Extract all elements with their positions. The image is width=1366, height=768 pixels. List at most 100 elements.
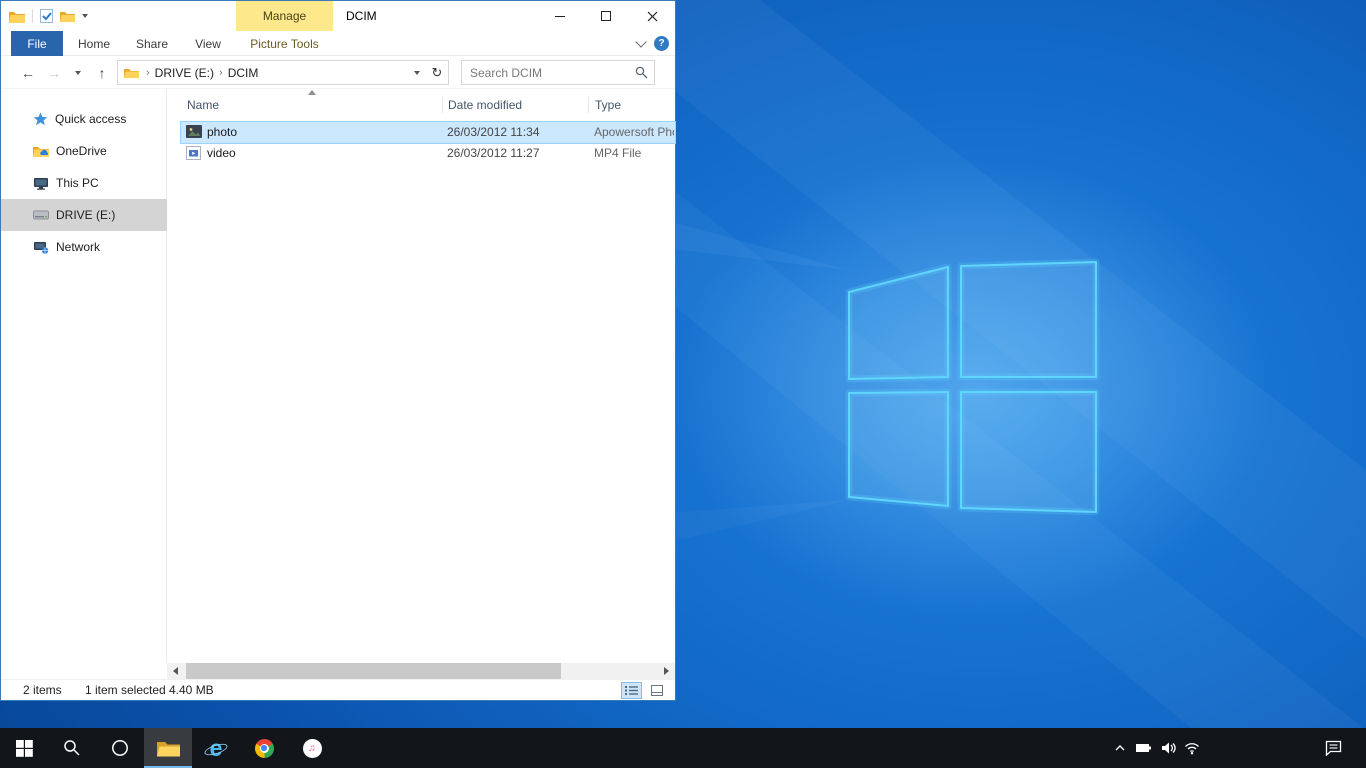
forward-button[interactable]: → [43,56,65,89]
battery-status[interactable] [1132,728,1156,768]
wifi-icon [1184,741,1200,755]
selection-info: 1 item selected [85,680,166,701]
sidebar-item-onedrive[interactable]: OneDrive [1,135,167,167]
sidebar-item-label: OneDrive [56,144,107,158]
taskbar-search-button[interactable] [48,728,96,768]
recent-locations-button[interactable] [69,56,87,89]
column-header-name[interactable]: Name [187,95,440,115]
address-bar[interactable]: › DRIVE (E:) › DCIM ↻ [117,60,449,85]
onedrive-icon [33,145,49,157]
breadcrumb-separator: › [214,67,228,79]
scroll-right-button[interactable] [658,663,675,679]
sidebar-item-label: DRIVE (E:) [56,208,115,222]
address-row: ← → ↑ › DRIVE (E:) › DCIM ↻ [1,56,675,89]
horizontal-scrollbar[interactable] [167,663,675,679]
action-center-button[interactable] [1318,728,1348,768]
start-button[interactable] [0,728,48,768]
taskbar-ie-button[interactable]: e [192,728,240,768]
file-name: photo [207,122,237,143]
window-controls [537,1,675,31]
network-status[interactable] [1180,728,1204,768]
tab-share[interactable]: Share [127,31,177,56]
minimize-button[interactable] [537,1,583,31]
chrome-inner-ring [260,744,269,753]
sidebar-item-network[interactable]: Network [1,231,167,263]
file-list-pane: Name Date modified Type photo 26/03/2012… [167,89,675,663]
qat-new-folder-button[interactable] [60,10,75,22]
volume-control[interactable] [1156,728,1180,768]
minimize-icon [555,16,565,17]
sidebar-item-drive-e[interactable]: DRIVE (E:) [1,199,167,231]
music-note-icon: ♫ [308,743,316,754]
column-divider[interactable] [442,97,443,113]
photo-file-icon [186,125,202,138]
cortana-button[interactable] [96,728,144,768]
file-row-video[interactable]: video 26/03/2012 11:27 MP4 File [181,143,675,164]
items-count: 2 items [23,680,62,701]
back-button[interactable]: ← [17,56,39,89]
maximize-button[interactable] [583,1,629,31]
refresh-button[interactable]: ↻ [426,65,448,81]
action-center-icon [1325,740,1342,756]
selection-size: 4.40 MB [169,680,214,701]
up-button[interactable]: ↑ [91,56,113,89]
sidebar-item-this-pc[interactable]: This PC [1,167,167,199]
file-type: MP4 File [594,143,674,164]
file-date-modified: 26/03/2012 11:27 [447,143,540,164]
tab-home[interactable]: Home [71,31,117,56]
expand-ribbon-chevron-icon[interactable] [635,36,646,47]
taskbar-itunes-button[interactable]: ♫ [288,728,336,768]
chevron-down-icon [75,71,81,75]
view-toggle-group [621,682,667,699]
chrome-icon [255,739,274,758]
tray-expand-button[interactable] [1108,728,1132,768]
quick-access-toolbar [9,1,88,31]
search-icon [635,66,648,79]
qat-divider [32,9,33,23]
file-tab[interactable]: File [11,31,63,56]
scroll-left-button[interactable] [167,663,184,679]
taskbar-chrome-button[interactable] [240,728,288,768]
triangle-right-icon [664,667,669,675]
tab-view[interactable]: View [185,31,231,56]
scrollbar-thumb[interactable] [186,663,561,679]
taskbar: e ♫ [0,728,1366,768]
help-button[interactable]: ? [654,36,669,51]
video-file-icon [186,146,201,160]
sidebar-item-label: Quick access [55,112,126,126]
navigation-pane: Quick access OneDrive This PC [1,89,167,663]
star-icon [33,112,48,126]
qat-customize-button[interactable] [82,14,88,18]
speaker-icon [1161,741,1176,755]
thumbnails-view-icon [651,685,663,696]
search-input[interactable] [462,61,654,84]
contextual-tab-group[interactable]: Manage [236,1,333,31]
close-button[interactable] [629,1,675,31]
thumbnails-view-button[interactable] [646,682,667,699]
title-bar[interactable]: Manage DCIM [1,1,675,31]
qat-properties-button[interactable] [40,9,53,23]
breadcrumb-separator: › [141,67,155,79]
close-icon [647,11,658,22]
file-type: Apowersoft Pho [594,122,674,143]
search-icon [63,739,81,757]
tab-picture-tools[interactable]: Picture Tools [238,31,331,56]
system-tray [1108,728,1204,768]
breadcrumb-item-dcim[interactable]: DCIM [228,66,259,80]
sidebar-item-label: This PC [56,176,99,190]
breadcrumb-item-drive[interactable]: DRIVE (E:) [155,66,214,80]
sidebar-item-quick-access[interactable]: Quick access [1,103,167,135]
window-folder-icon[interactable] [9,10,25,23]
taskbar-file-explorer-button[interactable] [144,728,192,768]
drive-icon [33,210,49,220]
battery-icon [1136,742,1152,754]
column-header-type[interactable]: Type [595,95,673,115]
status-bar: 2 items 1 item selected 4.40 MB [1,679,675,700]
address-dropdown-button[interactable] [408,71,426,75]
column-divider[interactable] [588,97,589,113]
chevron-down-icon [414,71,420,75]
details-view-button[interactable] [621,682,642,699]
folder-icon [157,739,180,757]
column-header-date-modified[interactable]: Date modified [448,95,587,115]
file-row-photo[interactable]: photo 26/03/2012 11:34 Apowersoft Pho [181,122,675,143]
